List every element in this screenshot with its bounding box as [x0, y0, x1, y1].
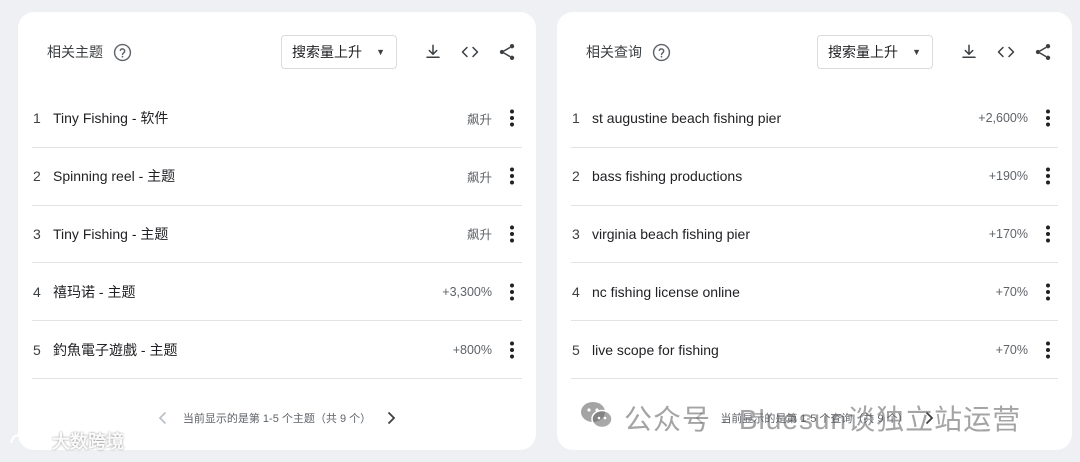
more-vert-icon[interactable]: [1038, 164, 1058, 188]
sort-select-value: 搜索量上升: [292, 44, 362, 60]
sort-select-value: 搜索量上升: [828, 44, 898, 60]
caret-down-icon: ▼: [912, 47, 921, 57]
list-item[interactable]: 3 Tiny Fishing - 主题 飙升: [32, 206, 522, 264]
related-topics-card: 相关主题 搜索量上升 ▼ 1 Tiny Fishing - 软件 飙升 2 Sp…: [18, 12, 536, 450]
card-header: 相关主题 搜索量上升 ▼: [47, 34, 522, 70]
row-label[interactable]: live scope for fishing: [592, 342, 996, 358]
pagination: 当前显示的是第 1-5 个查询（共 9 个）: [557, 406, 1072, 430]
row-value: +800%: [452, 342, 492, 357]
row-label[interactable]: nc fishing license online: [592, 284, 996, 300]
more-vert-icon[interactable]: [502, 106, 522, 130]
row-label[interactable]: Tiny Fishing - 软件: [53, 108, 467, 128]
more-vert-icon[interactable]: [1038, 222, 1058, 246]
list-item[interactable]: 5 live scope for fishing +70%: [571, 321, 1058, 379]
share-icon[interactable]: [492, 37, 522, 67]
sort-select[interactable]: 搜索量上升 ▼: [281, 35, 397, 69]
row-value: +170%: [988, 226, 1028, 241]
more-vert-icon[interactable]: [502, 280, 522, 304]
row-value: 飙升: [466, 170, 492, 185]
more-vert-icon[interactable]: [1038, 338, 1058, 362]
list-item[interactable]: 1 Tiny Fishing - 软件 飙升: [32, 90, 522, 148]
row-label[interactable]: 釣魚電子遊戲 - 主题: [53, 340, 453, 360]
more-vert-icon[interactable]: [502, 338, 522, 362]
card-title: 相关查询: [586, 44, 642, 60]
row-value: 飙升: [466, 112, 492, 127]
row-label[interactable]: virginia beach fishing pier: [592, 226, 989, 242]
row-label[interactable]: Spinning reel - 主题: [53, 166, 467, 186]
chevron-left-icon[interactable]: [151, 406, 175, 430]
row-index: 3: [33, 225, 41, 242]
list-item[interactable]: 1 st augustine beach fishing pier +2,600…: [571, 90, 1058, 148]
row-label[interactable]: bass fishing productions: [592, 168, 989, 184]
download-icon[interactable]: [954, 37, 984, 67]
row-index: 2: [33, 168, 41, 185]
row-index: 4: [33, 283, 41, 300]
download-icon[interactable]: [418, 37, 448, 67]
row-index: 2: [572, 168, 580, 185]
list-item[interactable]: 4 禧玛诺 - 主题 +3,300%: [32, 263, 522, 322]
row-label[interactable]: Tiny Fishing - 主题: [53, 224, 467, 244]
code-icon[interactable]: [455, 37, 485, 67]
more-vert-icon[interactable]: [502, 222, 522, 246]
help-circle-icon[interactable]: [112, 42, 132, 62]
row-value: +3,300%: [442, 284, 492, 299]
related-queries-card: 相关查询 搜索量上升 ▼ 1 st augustine beach fishin…: [557, 12, 1072, 450]
row-value: 飙升: [466, 228, 492, 243]
list-item[interactable]: 2 Spinning reel - 主题 飙升: [32, 148, 522, 206]
pagination: 当前显示的是第 1-5 个主题（共 9 个）: [18, 406, 536, 430]
topic-list: 1 Tiny Fishing - 软件 飙升 2 Spinning reel -…: [32, 90, 522, 379]
row-value: +190%: [988, 169, 1028, 184]
chevron-left-icon[interactable]: [688, 406, 712, 430]
card-header: 相关查询 搜索量上升 ▼: [586, 34, 1058, 70]
query-list: 1 st augustine beach fishing pier +2,600…: [571, 90, 1058, 379]
row-label[interactable]: st augustine beach fishing pier: [592, 110, 978, 126]
row-index: 4: [572, 283, 580, 300]
list-item[interactable]: 5 釣魚電子遊戲 - 主题 +800%: [32, 321, 522, 379]
row-label[interactable]: 禧玛诺 - 主题: [53, 282, 442, 302]
chevron-right-icon[interactable]: [917, 406, 941, 430]
share-icon[interactable]: [1028, 37, 1058, 67]
card-title: 相关主题: [47, 44, 103, 60]
list-item[interactable]: 3 virginia beach fishing pier +170%: [571, 206, 1058, 264]
caret-down-icon: ▼: [376, 47, 385, 57]
list-item[interactable]: 2 bass fishing productions +190%: [571, 148, 1058, 206]
more-vert-icon[interactable]: [502, 164, 522, 188]
row-index: 1: [572, 110, 580, 127]
more-vert-icon[interactable]: [1038, 106, 1058, 130]
row-index: 5: [572, 341, 580, 358]
pagination-text: 当前显示的是第 1-5 个查询（共 9 个）: [720, 413, 909, 425]
pagination-text: 当前显示的是第 1-5 个主题（共 9 个）: [182, 413, 372, 425]
row-index: 3: [572, 225, 580, 242]
row-index: 5: [33, 341, 41, 358]
row-value: +2,600%: [978, 111, 1028, 126]
more-vert-icon[interactable]: [1038, 280, 1058, 304]
chevron-right-icon[interactable]: [379, 406, 403, 430]
row-value: +70%: [995, 284, 1028, 299]
list-item[interactable]: 4 nc fishing license online +70%: [571, 263, 1058, 322]
row-value: +70%: [995, 342, 1028, 357]
row-index: 1: [33, 110, 41, 127]
sort-select[interactable]: 搜索量上升 ▼: [817, 35, 933, 69]
code-icon[interactable]: [991, 37, 1021, 67]
help-circle-icon[interactable]: [651, 42, 671, 62]
